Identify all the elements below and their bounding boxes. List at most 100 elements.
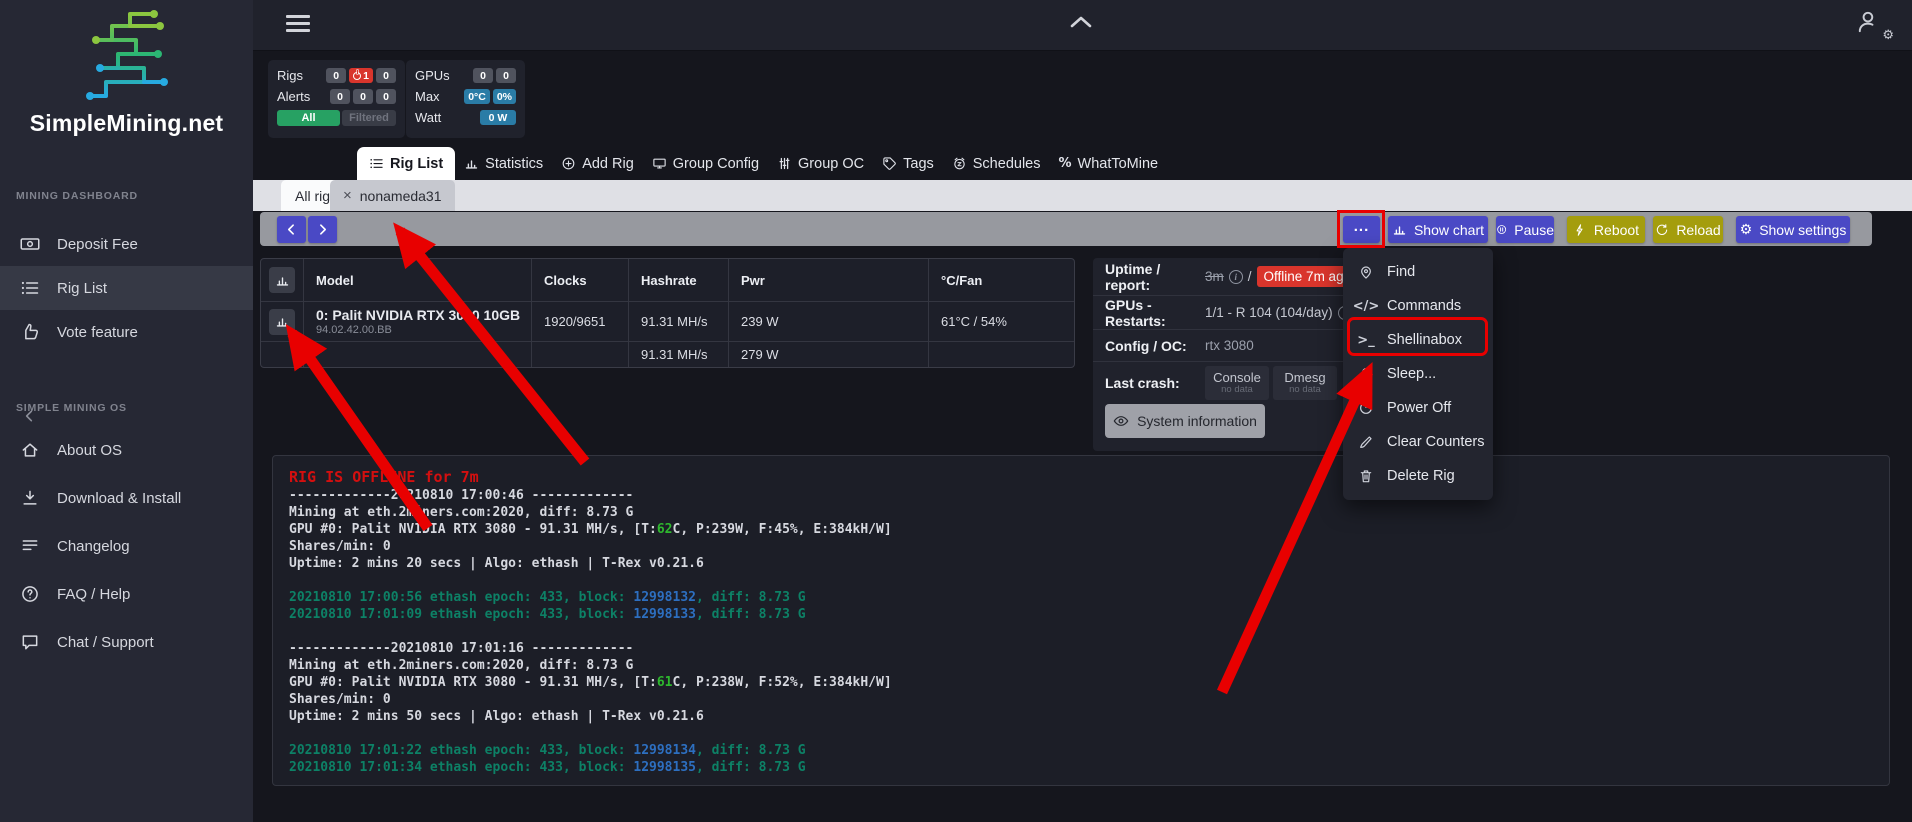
config-oc-row: Config / OC: rtx 3080 bbox=[1093, 330, 1380, 362]
console-line: RIG IS OFFLINE for 7m bbox=[289, 469, 1873, 487]
max-fan-badge: 0% bbox=[493, 89, 516, 104]
gpus-restarts-row: GPUs - Restarts: 1/1 - R 104 (104/day) i bbox=[1093, 296, 1380, 330]
sidebar-item-about-os[interactable]: About OS bbox=[0, 428, 253, 472]
sidebar-item-changelog[interactable]: Changelog bbox=[0, 524, 253, 568]
menu-item-sleep[interactable]: Sleep... bbox=[1343, 357, 1493, 391]
rigs-count-badge2: 0 bbox=[376, 68, 396, 83]
gpu-hashrate: 91.31 MH/s bbox=[628, 302, 728, 341]
close-icon[interactable]: × bbox=[343, 187, 352, 204]
col-clocks: Clocks bbox=[531, 259, 628, 301]
rig-info-panel: Uptime / report: 3m i / Offline 7m ago G… bbox=[1093, 258, 1380, 451]
menu-item-shellinabox[interactable]: >_ Shellinabox bbox=[1343, 323, 1493, 357]
menu-item-find[interactable]: Find bbox=[1343, 255, 1493, 289]
chevron-left-icon[interactable] bbox=[22, 408, 38, 424]
filter-filtered-button[interactable]: Filtered bbox=[342, 110, 396, 126]
rigs-offline-badge: 1 bbox=[349, 68, 373, 83]
menu-item-commands[interactable]: </> Commands bbox=[1343, 289, 1493, 323]
system-information-button[interactable]: System information bbox=[1105, 404, 1265, 438]
console-line: Shares/min: 0 bbox=[289, 538, 1873, 555]
power-icon bbox=[1358, 400, 1374, 416]
console-line: 20210810 17:01:09 ethash epoch: 433, blo… bbox=[289, 606, 1873, 623]
console-line bbox=[289, 725, 1873, 742]
total-hashrate: 91.31 MH/s bbox=[628, 342, 728, 367]
totals-row: 91.31 MH/s 279 W bbox=[261, 341, 1074, 367]
prev-rig-button[interactable] bbox=[277, 216, 306, 243]
total-power: 279 W bbox=[728, 342, 928, 367]
sidebar: SimpleMining.net MINING DASHBOARD Deposi… bbox=[0, 0, 253, 822]
max-temp-badge: 0°C bbox=[464, 89, 490, 104]
col-temp-fan: °C/Fan bbox=[928, 259, 1074, 301]
sidebar-item-faq-help[interactable]: FAQ / Help bbox=[0, 572, 253, 616]
pause-button[interactable]: Pause bbox=[1496, 216, 1554, 243]
filter-all-button[interactable]: All bbox=[277, 110, 340, 126]
sidebar-item-deposit-fee[interactable]: Deposit Fee bbox=[0, 222, 253, 266]
pause-icon bbox=[1496, 222, 1507, 237]
gpus-stats-card: GPUs 0 0 Max 0°C 0% Watt 0 W bbox=[406, 60, 525, 138]
tab-rig-list[interactable]: Rig List bbox=[357, 147, 455, 180]
sidebar-item-chat-support[interactable]: Chat / Support bbox=[0, 620, 253, 664]
code-icon: </> bbox=[1357, 299, 1375, 314]
rig-tabs-row: All rigs × nonameda31 bbox=[253, 180, 1912, 211]
show-chart-button[interactable]: Show chart bbox=[1388, 216, 1488, 243]
next-rig-button[interactable] bbox=[308, 216, 337, 243]
show-settings-button[interactable]: ⚙ Show settings bbox=[1736, 216, 1850, 243]
watt-label: Watt bbox=[415, 110, 441, 125]
gpu-table: Model Clocks Hashrate Pwr °C/Fan 0: Pali… bbox=[260, 258, 1075, 368]
watt-badge: 0 W bbox=[480, 110, 516, 125]
thumbs-up-icon bbox=[20, 322, 40, 342]
dmesg-button[interactable]: Dmesg no data bbox=[1273, 366, 1337, 400]
tab-group-config[interactable]: Group Config bbox=[643, 147, 768, 180]
tab-schedules[interactable]: Schedules bbox=[943, 147, 1050, 180]
last-crash-row: Last crash: Console no data Dmesg no dat… bbox=[1093, 362, 1380, 404]
more-actions-button[interactable]: ... bbox=[1343, 216, 1380, 243]
tab-tags[interactable]: Tags bbox=[873, 147, 943, 180]
reload-button[interactable]: Reload bbox=[1653, 216, 1723, 243]
tab-whattomine[interactable]: % WhatToMine bbox=[1049, 147, 1167, 180]
tab-add-rig[interactable]: Add Rig bbox=[552, 147, 643, 180]
gear-icon: ⚙ bbox=[1740, 222, 1753, 238]
trash-icon bbox=[1358, 468, 1374, 484]
terminal-icon: >_ bbox=[1357, 333, 1375, 348]
changelog-icon bbox=[20, 536, 40, 556]
chart-icon bbox=[1392, 222, 1407, 237]
rigs-label: Rigs bbox=[277, 68, 303, 83]
menu-icon[interactable] bbox=[286, 15, 310, 33]
menu-item-delete-rig[interactable]: Delete Rig bbox=[1343, 459, 1493, 493]
rig-context-menu: Find </> Commands >_ Shellinabox Sleep..… bbox=[1343, 248, 1493, 500]
console-log-button[interactable]: Console no data bbox=[1205, 366, 1269, 400]
sidebar-item-rig-list[interactable]: Rig List bbox=[0, 266, 253, 310]
reboot-button[interactable]: Reboot bbox=[1567, 216, 1645, 243]
info-icon[interactable]: i bbox=[1229, 270, 1243, 284]
gpu-bios: 94.02.42.00.BB bbox=[316, 324, 531, 336]
bell-icon bbox=[1358, 366, 1374, 382]
col-model: Model bbox=[303, 259, 531, 301]
section-mining-dashboard: MINING DASHBOARD bbox=[16, 190, 138, 202]
uptime-row: Uptime / report: 3m i / Offline 7m ago bbox=[1093, 258, 1380, 296]
gpu-table-header: Model Clocks Hashrate Pwr °C/Fan bbox=[261, 259, 1074, 301]
chart-icon-button[interactable] bbox=[269, 309, 295, 335]
collapse-up-icon[interactable] bbox=[1070, 16, 1092, 28]
console-line bbox=[289, 623, 1873, 640]
download-icon bbox=[20, 488, 40, 508]
monitor-icon bbox=[652, 156, 667, 171]
app-window: ⚙ SimpleMining.net MINING DASHBOARD Depo… bbox=[0, 0, 1912, 822]
tab-group-oc[interactable]: Group OC bbox=[768, 147, 873, 180]
tab-statistics[interactable]: Statistics bbox=[455, 147, 552, 180]
chart-icon-button[interactable] bbox=[269, 267, 295, 293]
sidebar-item-download-install[interactable]: Download & Install bbox=[0, 476, 253, 520]
flash-icon bbox=[1573, 223, 1587, 237]
alerts-badge: 0 bbox=[330, 89, 350, 104]
menu-item-clear-counters[interactable]: Clear Counters bbox=[1343, 425, 1493, 459]
user-settings-icon[interactable]: ⚙ bbox=[1856, 9, 1892, 43]
alerts-badge: 0 bbox=[376, 89, 396, 104]
pin-icon bbox=[1358, 264, 1374, 280]
gpu-model: 0: Palit NVIDIA RTX 3080 10GB bbox=[316, 307, 531, 323]
console-line: GPU #0: Palit NVIDIA RTX 3080 - 91.31 MH… bbox=[289, 674, 1873, 691]
menu-item-power-off[interactable]: Power Off bbox=[1343, 391, 1493, 425]
sidebar-item-vote-feature[interactable]: Vote feature bbox=[0, 310, 253, 354]
subtab-nonameda31[interactable]: × nonameda31 bbox=[330, 180, 455, 211]
gpus-badge: 0 bbox=[496, 68, 516, 83]
chevron-left-icon bbox=[285, 223, 298, 236]
brand-title: SimpleMining.net bbox=[0, 110, 253, 137]
eye-icon bbox=[1113, 413, 1129, 429]
